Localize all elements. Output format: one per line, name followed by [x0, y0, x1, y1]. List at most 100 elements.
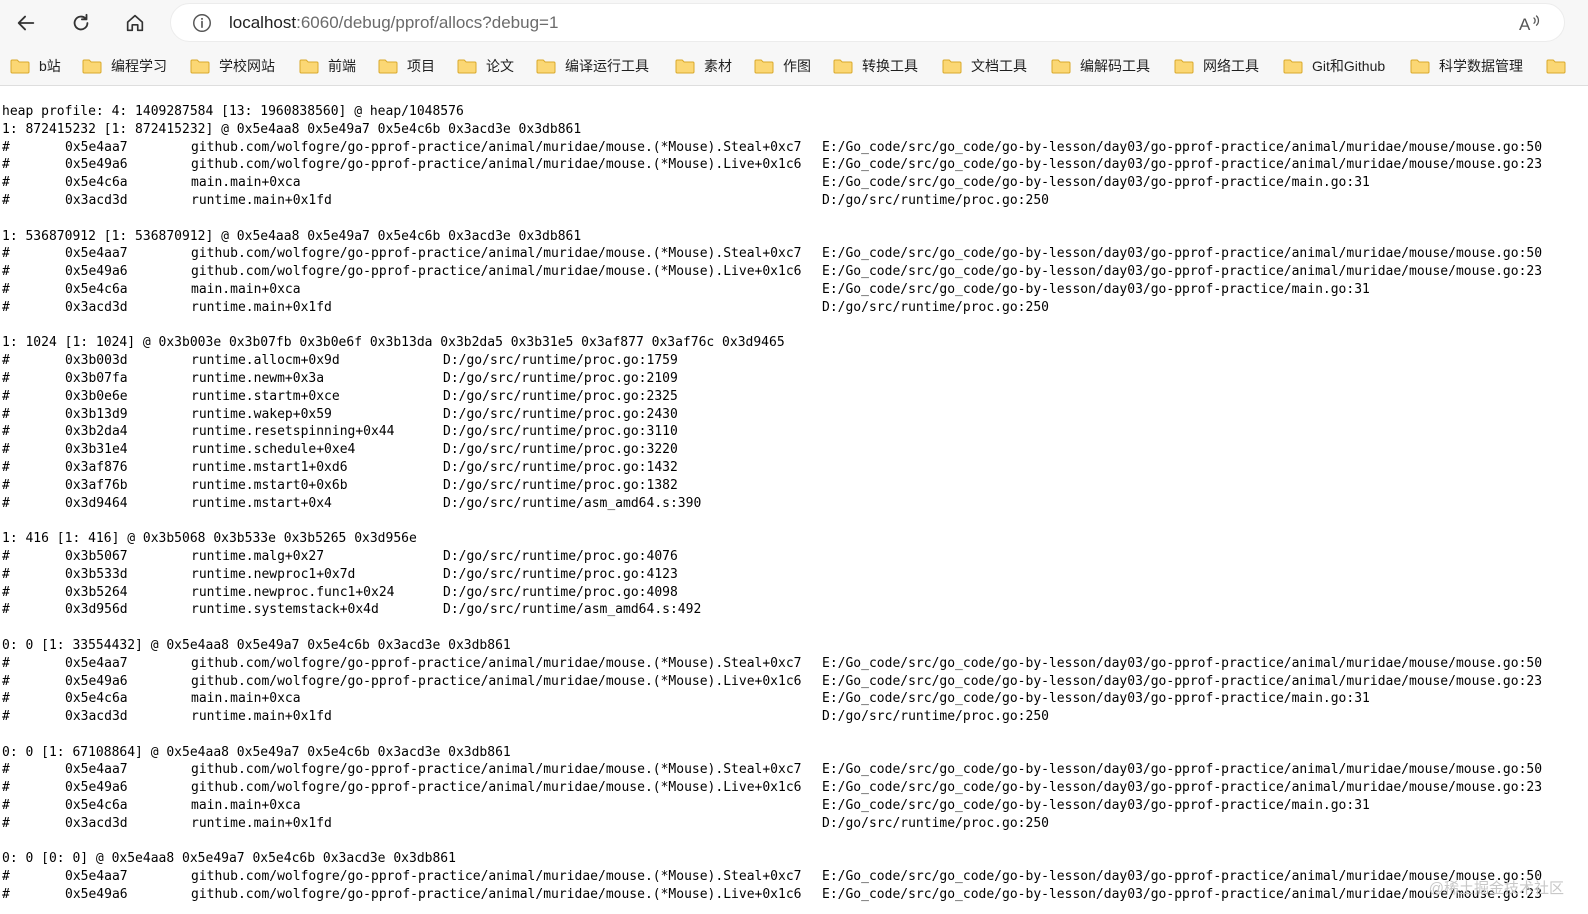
folder-icon: [299, 59, 319, 74]
bookmark-label: b站: [39, 58, 61, 74]
bookmark-item[interactable]: b站: [10, 53, 61, 79]
frame-marker: #: [2, 388, 10, 404]
back-arrow-icon: [17, 15, 35, 31]
frame-source-location: D:/go/src/runtime/proc.go:2325: [443, 388, 678, 404]
bookmark-label: 前端: [328, 58, 356, 74]
frame-source-location: D:/go/src/runtime/proc.go:4123: [443, 566, 678, 582]
folder-icon: [1546, 59, 1566, 74]
folder-icon: [457, 59, 477, 74]
bookmark-label: 学校网站: [219, 58, 275, 74]
frame-source-location: D:/go/src/runtime/proc.go:4098: [443, 584, 678, 600]
frame-source-location: E:/Go_code/src/go_code/go-by-lesson/day0…: [822, 157, 1543, 173]
bookmark-item[interactable]: 网络工具: [1174, 53, 1259, 79]
stack-frame-line: #0x3af876 runtime.mstart1+0xd6 D:/go/src/r…: [2, 459, 1588, 477]
bookmark-item[interactable]: 作图: [754, 53, 811, 79]
address-bar[interactable]: localhost:6060/debug/pprof/allocs?debug=…: [170, 3, 1565, 42]
frame-source-location: D:/go/src/runtime/proc.go:2109: [443, 370, 678, 386]
frame-function: runtime.schedule+0xe4: [191, 442, 356, 458]
stack-frame-line: #0x5e4aa7 github.com/wolfogre/go-pprof-pr…: [2, 139, 1588, 157]
bookmark-item[interactable]: 转换工具: [833, 53, 918, 79]
browser-toolbar: localhost:6060/debug/pprof/allocs?debug=…: [0, 0, 1588, 46]
bookmark-label: 转换工具: [862, 58, 918, 74]
frame-function: runtime.main+0x1fd: [191, 709, 332, 725]
stack-frame-line: #0x5e4aa7 github.com/wolfogre/go-pprof-pr…: [2, 761, 1588, 779]
frame-source-location: E:/Go_code/src/go_code/go-by-lesson/day0…: [822, 264, 1543, 280]
frame-marker: #: [2, 584, 10, 600]
stack-frame-line: #0x3b003d runtime.allocm+0x9d D:/go/src/ru…: [2, 352, 1588, 370]
record-head: 1: 872415232 [1: 872415232] @ 0x5e4aa8 0…: [2, 121, 582, 137]
url-host: localhost: [229, 13, 297, 32]
stack-frame-line: #0x3b2da4 runtime.resetspinning+0x44 D:/go…: [2, 423, 1588, 441]
stack-frame-line: #0x3b533d runtime.newproc1+0x7d D:/go/src/…: [2, 566, 1588, 584]
frame-source-location: E:/Go_code/src/go_code/go-by-lesson/day0…: [822, 139, 1543, 155]
record-head-line: 0: 0 [1: 33554432] @ 0x5e4aa8 0x5e49a7 0…: [2, 637, 1588, 655]
frame-address: 0x5e49a6: [65, 264, 128, 280]
site-info-icon[interactable]: [191, 12, 213, 34]
refresh-button[interactable]: [64, 6, 98, 40]
stack-frame-line: #0x3b0e6e runtime.startm+0xce D:/go/src/ru…: [2, 388, 1588, 406]
frame-function: github.com/wolfogre/go-pprof-practice/an…: [191, 762, 802, 778]
bookmark-label: 项目: [407, 58, 435, 74]
bookmark-item[interactable]: 编解码工具: [1051, 53, 1150, 79]
stack-frame-line: #0x5e4aa7 github.com/wolfogre/go-pprof-pr…: [2, 868, 1588, 886]
frame-address: 0x3acd3d: [65, 709, 128, 725]
frame-address: 0x5e4aa7: [65, 762, 128, 778]
frame-function: runtime.mstart+0x4: [191, 495, 332, 511]
back-button[interactable]: [9, 6, 43, 40]
stack-frame-line: #0x5e4aa7 github.com/wolfogre/go-pprof-pr…: [2, 655, 1588, 673]
frame-function: runtime.startm+0xce: [191, 388, 340, 404]
frame-function: runtime.main+0x1fd: [191, 192, 332, 208]
folder-icon: [1283, 59, 1303, 74]
frame-function: runtime.newm+0x3a: [191, 370, 325, 386]
frame-source-location: D:/go/src/runtime/proc.go:1432: [443, 459, 678, 475]
frame-function: runtime.wakep+0x59: [191, 406, 332, 422]
home-button[interactable]: [118, 6, 152, 40]
record-head-line: 1: 416 [1: 416] @ 0x3b5068 0x3b533e 0x3b…: [2, 530, 1588, 548]
bookmark-item[interactable]: 学校网站: [190, 53, 275, 79]
frame-marker: #: [2, 566, 10, 582]
url-text[interactable]: localhost:6060/debug/pprof/allocs?debug=…: [229, 13, 558, 33]
stack-frame-line: #0x3b13d9 runtime.wakep+0x59 D:/go/src/run…: [2, 406, 1588, 424]
stack-frame-line: #0x5e49a6 github.com/wolfogre/go-pprof-pr…: [2, 886, 1588, 904]
bookmark-item[interactable]: 素材: [675, 53, 732, 79]
frame-marker: #: [2, 442, 10, 458]
frame-function: runtime.newproc1+0x7d: [191, 566, 356, 582]
folder-icon: [1051, 59, 1071, 74]
frame-function: main.main+0xca: [191, 798, 301, 814]
frame-marker: #: [2, 157, 10, 173]
frame-marker: #: [2, 264, 10, 280]
frame-address: 0x3b5067: [65, 548, 128, 564]
frame-marker: #: [2, 477, 10, 493]
frame-address: 0x3af876: [65, 459, 128, 475]
bookmark-item[interactable]: 科学数据管理: [1410, 53, 1523, 79]
bookmark-overflow-folder[interactable]: [1546, 53, 1575, 79]
frame-function: github.com/wolfogre/go-pprof-practice/an…: [191, 264, 802, 280]
stack-frame-line: #0x5e4c6a main.main+0xca E:/Go_code/src/go…: [2, 797, 1588, 815]
frame-function: runtime.main+0x1fd: [191, 299, 332, 315]
bookmark-item[interactable]: Git和Github: [1283, 53, 1385, 79]
read-aloud-icon[interactable]: A: [1518, 12, 1542, 34]
bookmark-item[interactable]: 项目: [378, 53, 435, 79]
stack-frame-line: #0x5e49a6 github.com/wolfogre/go-pprof-pr…: [2, 779, 1588, 797]
url-path: :6060/debug/pprof/allocs?debug=1: [296, 13, 559, 32]
frame-marker: #: [2, 281, 10, 297]
bookmark-item[interactable]: 论文: [457, 53, 514, 79]
stack-frame-line: #0x5e4c6a main.main+0xca E:/Go_code/src/go…: [2, 690, 1588, 708]
bookmark-item[interactable]: 前端: [299, 53, 356, 79]
frame-marker: #: [2, 299, 10, 315]
frame-marker: #: [2, 762, 10, 778]
frame-marker: #: [2, 406, 10, 422]
stack-frame-line: #0x3b07fa runtime.newm+0x3a D:/go/src/runt…: [2, 370, 1588, 388]
frame-marker: #: [2, 370, 10, 386]
bookmark-label: 网络工具: [1203, 58, 1259, 74]
folder-icon: [536, 59, 556, 74]
frame-marker: #: [2, 424, 10, 440]
frame-marker: #: [2, 548, 10, 564]
frame-function: runtime.resetspinning+0x44: [191, 424, 395, 440]
bookmark-item[interactable]: 编程学习: [82, 53, 167, 79]
bookmark-item[interactable]: 编译运行工具: [536, 53, 649, 79]
frame-source-location: E:/Go_code/src/go_code/go-by-lesson/day0…: [822, 673, 1543, 689]
frame-address: 0x5e4aa7: [65, 869, 128, 885]
bookmark-item[interactable]: 文档工具: [942, 53, 1027, 79]
